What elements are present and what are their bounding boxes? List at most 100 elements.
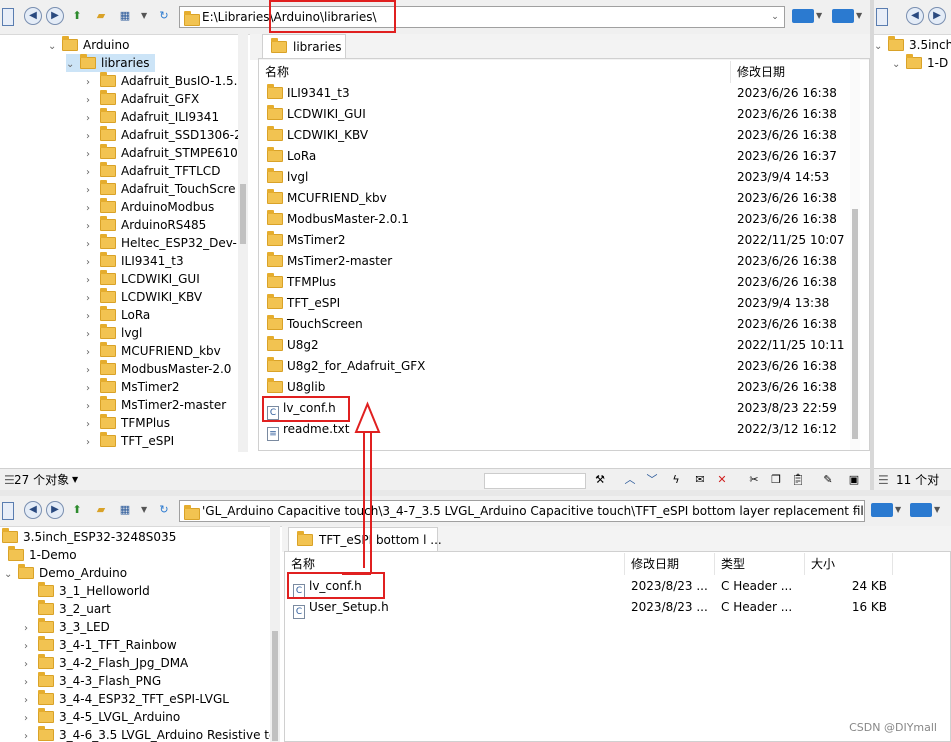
- bottom-monitor-dropdown-icon[interactable]: ▼: [895, 505, 901, 514]
- bottom-address-bar[interactable]: 'GL_Arduino Capacitive touch\3_4-7_3.5 L…: [179, 500, 865, 522]
- file-row[interactable]: ModbusMaster-2.0.1 2023/6/26 16:38: [259, 209, 849, 230]
- bottom-refresh-icon[interactable]: ↻: [156, 503, 172, 517]
- file-row[interactable]: LoRa 2023/6/26 16:37: [259, 146, 849, 167]
- tree-item[interactable]: › Adafruit_BusIO-1.5.: [86, 72, 243, 90]
- tree-item[interactable]: › Adafruit_GFX: [86, 90, 205, 108]
- tree-chevron-icon[interactable]: ⌄: [874, 38, 888, 56]
- tree-chevron-icon[interactable]: ⌄: [66, 56, 80, 74]
- bottom-monitor-icon-2[interactable]: [910, 503, 932, 517]
- tree-chevron-icon[interactable]: ⌄: [48, 38, 62, 56]
- tree-item[interactable]: › 3_4-2_Flash_Jpg_DMA: [24, 654, 194, 672]
- top-tree-scrollbar[interactable]: [238, 34, 248, 452]
- status-dropdown-icon[interactable]: ▼: [72, 469, 78, 491]
- tree-item[interactable]: ⌄ 3.5inch: [874, 36, 951, 54]
- tree-item[interactable]: › 3_4-1_TFT_Rainbow: [24, 636, 183, 654]
- file-row[interactable]: LCDWIKI_GUI 2023/6/26 16:38: [259, 104, 849, 125]
- file-row[interactable]: LCDWIKI_KBV 2023/6/26 16:38: [259, 125, 849, 146]
- tree-item[interactable]: › LoRa: [86, 306, 156, 324]
- tree-item[interactable]: › MCUFRIEND_kbv: [86, 342, 227, 360]
- bottom-back-button[interactable]: ◀: [24, 501, 42, 519]
- tree-chevron-icon[interactable]: ⌄: [892, 56, 906, 74]
- cut-icon[interactable]: ✂: [746, 473, 762, 487]
- file-row[interactable]: U8g2 2022/11/25 10:11: [259, 335, 849, 356]
- tree-item[interactable]: › MsTimer2: [86, 378, 186, 396]
- tree-chevron-icon[interactable]: ›: [24, 728, 38, 742]
- monitor-icon[interactable]: [792, 9, 814, 23]
- tree-item[interactable]: › 3_3_LED: [24, 618, 116, 636]
- tree-item[interactable]: › Heltec_ESP32_Dev-E: [86, 234, 248, 252]
- tree-item[interactable]: › TFMPlus: [86, 414, 176, 432]
- edit-icon[interactable]: ✎: [820, 473, 836, 487]
- tree-item[interactable]: 3.5inch_ESP32-3248S035: [0, 528, 182, 546]
- file-row[interactable]: MsTimer2-master 2023/6/26 16:38: [259, 251, 849, 272]
- tree-item[interactable]: › Adafruit_ILI9341: [86, 108, 225, 126]
- file-row[interactable]: TouchScreen 2023/6/26 16:38: [259, 314, 849, 335]
- bottom-tree-scrollbar[interactable]: [270, 526, 280, 742]
- tree-item[interactable]: › Adafruit_TFTLCD: [86, 162, 226, 180]
- delete-icon[interactable]: ✕: [714, 473, 730, 487]
- tree-item[interactable]: › MsTimer2-master: [86, 396, 232, 414]
- tab-libraries[interactable]: libraries: [262, 34, 346, 58]
- file-row[interactable]: ILI9341_t3 2023/6/26 16:38: [259, 83, 849, 104]
- right-pane-icon[interactable]: [876, 8, 888, 26]
- tree-item[interactable]: ⌄ Demo_Arduino: [4, 564, 133, 582]
- up-folder-icon[interactable]: ⬆: [69, 9, 85, 23]
- right-back-button[interactable]: ◀: [906, 7, 924, 25]
- tools-icon[interactable]: ⚒: [592, 473, 608, 487]
- bottom-forward-button[interactable]: ▶: [46, 501, 64, 519]
- back-button[interactable]: ◀: [24, 7, 42, 25]
- tree-chevron-icon[interactable]: ›: [86, 434, 100, 452]
- top-col-name[interactable]: 名称: [259, 61, 731, 83]
- top-list-scrollbar[interactable]: [850, 59, 860, 450]
- tree-item[interactable]: › TFT_eSPI: [86, 432, 180, 450]
- tree-item[interactable]: 1-Demo: [0, 546, 83, 564]
- tree-item[interactable]: › 3_4-6_3.5 LVGL_Arduino Resistive tc: [24, 726, 280, 742]
- tree-item[interactable]: › Adafruit_TouchScre: [86, 180, 241, 198]
- bottom-col-type[interactable]: 类型: [715, 553, 805, 575]
- file-row[interactable]: U8g2_for_Adafruit_GFX 2023/6/26 16:38: [259, 356, 849, 377]
- tree-item[interactable]: › LCDWIKI_GUI: [86, 270, 206, 288]
- tree-item[interactable]: 3_1_Helloworld: [24, 582, 156, 600]
- tree-item[interactable]: › 3_4-5_LVGL_Arduino: [24, 708, 186, 726]
- forward-button[interactable]: ▶: [46, 7, 64, 25]
- bottom-up-folder-icon[interactable]: ⬆: [69, 503, 85, 517]
- tree-item[interactable]: ⌄ libraries: [66, 54, 156, 74]
- bottom-new-folder-icon[interactable]: ▰: [93, 503, 109, 517]
- tree-item[interactable]: 3_2_uart: [24, 600, 117, 618]
- tree-chevron-icon[interactable]: ⌄: [4, 566, 18, 584]
- tree-item[interactable]: › LCDWIKI_KBV: [86, 288, 208, 306]
- pane-icon[interactable]: [2, 8, 14, 26]
- monitor-icon-2[interactable]: [832, 9, 854, 23]
- new-folder-icon[interactable]: ▰: [93, 9, 109, 23]
- tree-item[interactable]: › Adafruit_STMPE610: [86, 144, 244, 162]
- bottom-address-dropdown-icon[interactable]: ⌄: [848, 501, 862, 521]
- paste-icon[interactable]: 📋︎: [790, 473, 806, 487]
- file-row[interactable]: TFMPlus 2023/6/26 16:38: [259, 272, 849, 293]
- bottom-view-mode-icon[interactable]: ▦: [117, 503, 133, 517]
- view-mode-icon[interactable]: ▦: [117, 9, 133, 23]
- bottom-monitor-dropdown-icon-2[interactable]: ▼: [934, 505, 940, 514]
- tree-item[interactable]: › ArduinoRS485: [86, 216, 212, 234]
- tree-item[interactable]: › lvgl: [86, 324, 148, 342]
- bottom-monitor-icon[interactable]: [871, 503, 893, 517]
- file-row[interactable]: MCUFRIEND_kbv 2023/6/26 16:38: [259, 188, 849, 209]
- file-row[interactable]: MsTimer2 2022/11/25 10:07: [259, 230, 849, 251]
- properties-icon[interactable]: ▣: [846, 473, 862, 487]
- chevron-up-icon[interactable]: ︿: [622, 473, 638, 487]
- refresh-icon[interactable]: ↻: [156, 9, 172, 23]
- status-filter-input[interactable]: [484, 473, 586, 489]
- bottom-col-size[interactable]: 大小: [805, 553, 893, 575]
- top-col-date[interactable]: 修改日期: [731, 61, 849, 83]
- file-row[interactable]: TFT_eSPI 2023/9/4 13:38: [259, 293, 849, 314]
- tree-item[interactable]: › Adafruit_SSD1306-2: [86, 126, 248, 144]
- tree-item[interactable]: ⌄ 1-D: [892, 54, 951, 72]
- right-forward-button[interactable]: ▶: [928, 7, 946, 25]
- flash-icon[interactable]: ϟ: [668, 473, 684, 487]
- chevron-down-icon[interactable]: ﹀: [644, 473, 660, 487]
- file-row[interactable]: U8glib 2023/6/26 16:38: [259, 377, 849, 398]
- view-dropdown-icon[interactable]: ▼: [141, 11, 147, 20]
- file-row[interactable]: lvgl 2023/9/4 14:53: [259, 167, 849, 188]
- bottom-pane-icon[interactable]: [2, 502, 14, 520]
- mail-icon[interactable]: ✉: [692, 473, 708, 487]
- file-row[interactable]: C User_Setup.h 2023/8/23 ... C Header ... 16…: [285, 597, 895, 619]
